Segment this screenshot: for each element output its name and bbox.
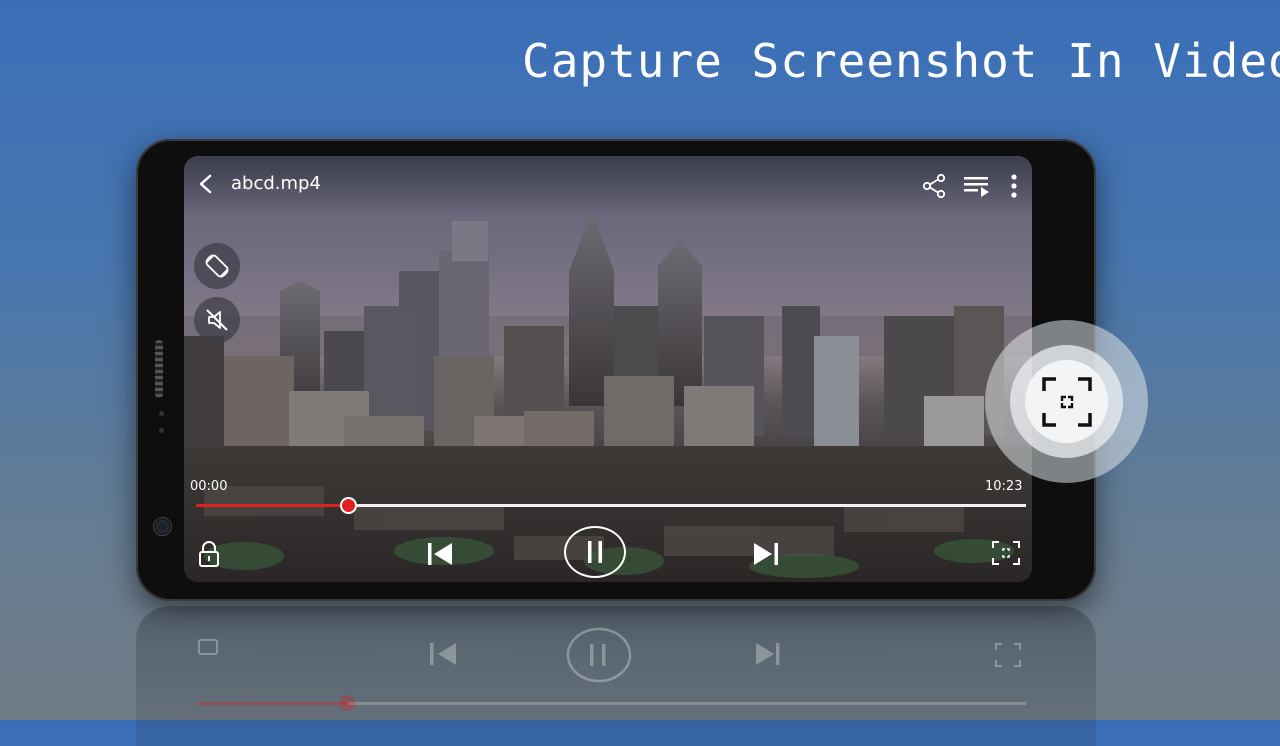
reflection-controls [198,627,1021,711]
